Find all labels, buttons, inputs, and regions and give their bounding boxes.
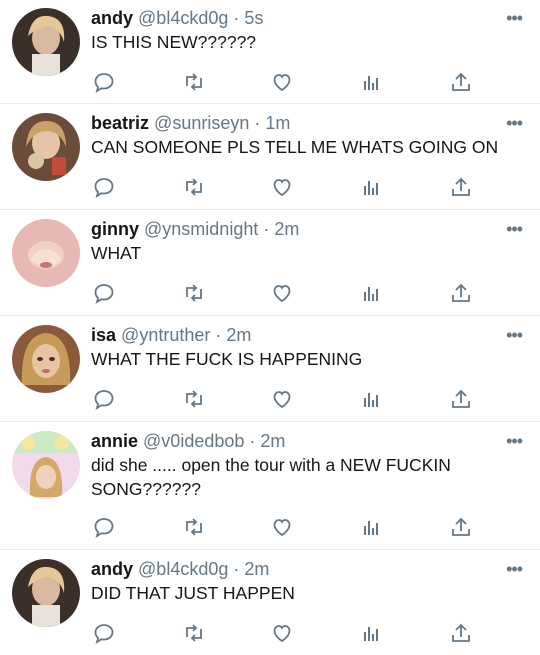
display-name[interactable]: andy [91, 559, 133, 579]
retweet-icon[interactable] [182, 621, 206, 645]
analytics-icon[interactable] [359, 281, 383, 305]
tweet-text: DID THAT JUST HAPPEN [91, 583, 295, 603]
tweet-header: isa @yntruther · 2m [91, 323, 500, 347]
tweet[interactable]: beatriz @sunriseyn · 1m ••• CAN SOMEONE … [0, 105, 540, 210]
share-icon[interactable] [449, 515, 473, 539]
analytics-icon[interactable] [359, 175, 383, 199]
tweet-text: IS THIS NEW?????? [91, 32, 257, 52]
username[interactable]: @bl4ckd0g [138, 8, 228, 28]
tweet-header: andy @bl4ckd0g · 2m [91, 557, 500, 581]
separator: · [215, 325, 222, 345]
tweet-actions [0, 515, 540, 541]
separator: · [233, 8, 240, 28]
tweet[interactable]: andy @bl4ckd0g · 5s ••• IS THIS NEW?????… [0, 0, 540, 104]
username[interactable]: @sunriseyn [154, 113, 249, 133]
analytics-icon[interactable] [359, 70, 383, 94]
separator: · [249, 431, 256, 451]
like-icon[interactable] [270, 387, 294, 411]
tweet[interactable]: andy @bl4ckd0g · 2m ••• DID THAT JUST HA… [0, 551, 540, 655]
tweet-actions [0, 281, 540, 307]
display-name[interactable]: annie [91, 431, 138, 451]
more-options-icon[interactable]: ••• [506, 559, 523, 580]
more-options-icon[interactable]: ••• [506, 431, 523, 452]
tweet-header: beatriz @sunriseyn · 1m [91, 111, 500, 135]
avatar[interactable] [12, 219, 80, 287]
avatar[interactable] [12, 431, 80, 499]
more-options-icon[interactable]: ••• [506, 219, 523, 240]
display-name[interactable]: isa [91, 325, 116, 345]
reply-icon[interactable] [92, 281, 116, 305]
display-name[interactable]: andy [91, 8, 133, 28]
retweet-icon[interactable] [182, 387, 206, 411]
like-icon[interactable] [270, 70, 294, 94]
like-icon[interactable] [270, 281, 294, 305]
avatar[interactable] [12, 113, 80, 181]
tweet-actions [0, 387, 540, 413]
analytics-icon[interactable] [359, 387, 383, 411]
tweet[interactable]: ginny @ynsmidnight · 2m ••• WHAT [0, 211, 540, 316]
separator: · [233, 559, 240, 579]
username[interactable]: @ynsmidnight [144, 219, 258, 239]
reply-icon[interactable] [92, 621, 116, 645]
username[interactable]: @yntruther [121, 325, 210, 345]
tweet-header: annie @v0idedbob · 2m [91, 429, 500, 453]
share-icon[interactable] [449, 70, 473, 94]
tweet-text: CAN SOMEONE PLS TELL ME WHATS GOING ON [91, 137, 499, 157]
retweet-icon[interactable] [182, 70, 206, 94]
tweet-actions [0, 175, 540, 201]
retweet-icon[interactable] [182, 281, 206, 305]
tweet-actions [0, 70, 540, 96]
separator: · [263, 219, 270, 239]
share-icon[interactable] [449, 281, 473, 305]
tweet[interactable]: annie @v0idedbob · 2m ••• did she ..... … [0, 423, 540, 550]
more-options-icon[interactable]: ••• [506, 113, 523, 134]
tweet-text: WHAT [91, 243, 142, 263]
timestamp[interactable]: 2m [244, 559, 269, 579]
retweet-icon[interactable] [182, 515, 206, 539]
tweet[interactable]: isa @yntruther · 2m ••• WHAT THE FUCK IS… [0, 317, 540, 422]
analytics-icon[interactable] [359, 621, 383, 645]
reply-icon[interactable] [92, 387, 116, 411]
share-icon[interactable] [449, 621, 473, 645]
share-icon[interactable] [449, 387, 473, 411]
more-options-icon[interactable]: ••• [506, 8, 523, 29]
timestamp[interactable]: 5s [244, 8, 263, 28]
display-name[interactable]: beatriz [91, 113, 149, 133]
reply-icon[interactable] [92, 175, 116, 199]
like-icon[interactable] [270, 621, 294, 645]
tweet-actions [0, 621, 540, 647]
like-icon[interactable] [270, 515, 294, 539]
reply-icon[interactable] [92, 515, 116, 539]
more-options-icon[interactable]: ••• [506, 325, 523, 346]
display-name[interactable]: ginny [91, 219, 139, 239]
username[interactable]: @v0idedbob [143, 431, 244, 451]
tweet-header: ginny @ynsmidnight · 2m [91, 217, 500, 241]
timestamp[interactable]: 2m [274, 219, 299, 239]
avatar[interactable] [12, 8, 80, 76]
tweet-header: andy @bl4ckd0g · 5s [91, 6, 500, 30]
username[interactable]: @bl4ckd0g [138, 559, 228, 579]
like-icon[interactable] [270, 175, 294, 199]
analytics-icon[interactable] [359, 515, 383, 539]
tweet-text: WHAT THE FUCK IS HAPPENING [91, 349, 363, 369]
tweet-text: did she ..... open the tour with a NEW F… [91, 455, 451, 499]
retweet-icon[interactable] [182, 175, 206, 199]
tweet-feed: andy @bl4ckd0g · 5s ••• IS THIS NEW?????… [0, 0, 540, 655]
timestamp[interactable]: 2m [260, 431, 285, 451]
avatar[interactable] [12, 325, 80, 393]
timestamp[interactable]: 1m [265, 113, 290, 133]
avatar[interactable] [12, 559, 80, 627]
reply-icon[interactable] [92, 70, 116, 94]
share-icon[interactable] [449, 175, 473, 199]
separator: · [254, 113, 261, 133]
timestamp[interactable]: 2m [226, 325, 251, 345]
